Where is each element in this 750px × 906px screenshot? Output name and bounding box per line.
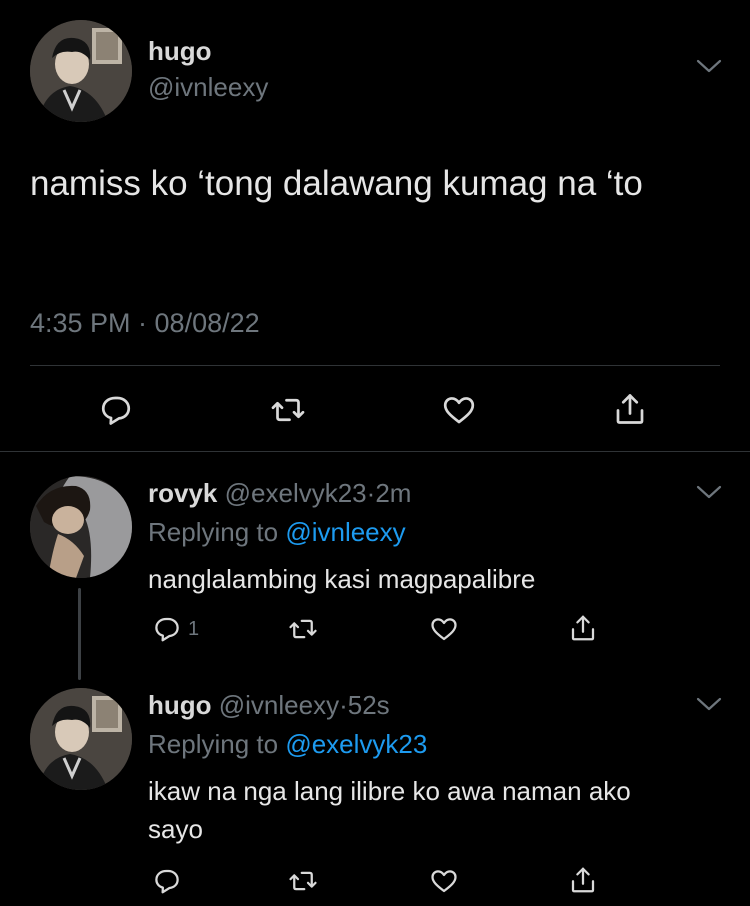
main-display-name[interactable]: hugo <box>148 36 212 67</box>
chevron-down-icon[interactable] <box>694 694 724 714</box>
divider <box>30 365 720 366</box>
main-tweet-text: namiss ko ‘tong dalawang kumag na ‘to <box>30 164 643 203</box>
separator-dot: · <box>339 690 348 720</box>
main-timestamp[interactable]: 4:35 PM · 08/08/22 <box>30 308 260 339</box>
share-button[interactable] <box>568 864 598 896</box>
reply-icon <box>155 617 179 642</box>
avatar-main[interactable] <box>30 20 132 122</box>
reply-2-header: hugo @ivnleexy·52s <box>148 690 390 721</box>
avatar-reply-2[interactable] <box>30 688 132 790</box>
like-icon <box>431 618 457 641</box>
reply-button[interactable] <box>152 866 188 896</box>
retweet-icon <box>271 398 305 422</box>
divider <box>0 451 750 452</box>
share-icon <box>616 394 644 424</box>
chevron-down-icon[interactable] <box>694 482 724 502</box>
replying-prefix: Replying to <box>148 517 279 547</box>
share-button[interactable] <box>612 390 648 428</box>
reply-2-text: ikaw na nga lang ilibre ko awa naman ako… <box>148 776 631 844</box>
main-handle[interactable]: @ivnleexy <box>148 72 268 103</box>
share-button[interactable] <box>568 612 598 644</box>
avatar-reply-1[interactable] <box>30 476 132 578</box>
replying-to: Replying to @exelvyk23 <box>148 729 427 760</box>
mention-link[interactable]: @ivnleexy <box>285 517 405 547</box>
share-icon <box>571 615 595 641</box>
reply-time[interactable]: 2m <box>375 478 411 508</box>
reply-time[interactable]: 52s <box>348 690 390 720</box>
retweet-button[interactable] <box>288 614 318 644</box>
reply-1-text: nanglalambing kasi magpapalibre <box>148 564 536 594</box>
reply-display-name[interactable]: hugo <box>148 690 212 720</box>
reply-1-header: rovyk @exelvyk23·2m <box>148 478 411 509</box>
reply-count: 1 <box>188 617 200 640</box>
like-button[interactable] <box>428 614 460 644</box>
like-button[interactable] <box>440 392 478 428</box>
replying-prefix: Replying to <box>148 729 279 759</box>
mention-link[interactable]: @exelvyk23 <box>285 729 427 759</box>
reply-icon <box>101 396 131 425</box>
retweet-button[interactable] <box>270 392 306 428</box>
reply-handle[interactable]: @ivnleexy <box>219 690 339 720</box>
retweet-icon <box>289 871 317 891</box>
thread-connector <box>78 588 81 680</box>
retweet-icon <box>289 619 317 639</box>
reply-button[interactable] <box>98 392 134 428</box>
like-button[interactable] <box>428 866 460 896</box>
reply-icon <box>155 869 179 894</box>
like-icon <box>443 397 475 424</box>
chevron-down-icon[interactable] <box>694 56 724 76</box>
reply-display-name[interactable]: rovyk <box>148 478 217 508</box>
reply-button[interactable]: 1 <box>152 614 199 644</box>
like-icon <box>431 870 457 893</box>
replying-to: Replying to @ivnleexy <box>148 517 406 548</box>
share-icon <box>571 867 595 893</box>
separator-dot: · <box>366 478 376 508</box>
retweet-button[interactable] <box>288 866 318 896</box>
reply-handle[interactable]: @exelvyk23 <box>225 478 367 508</box>
